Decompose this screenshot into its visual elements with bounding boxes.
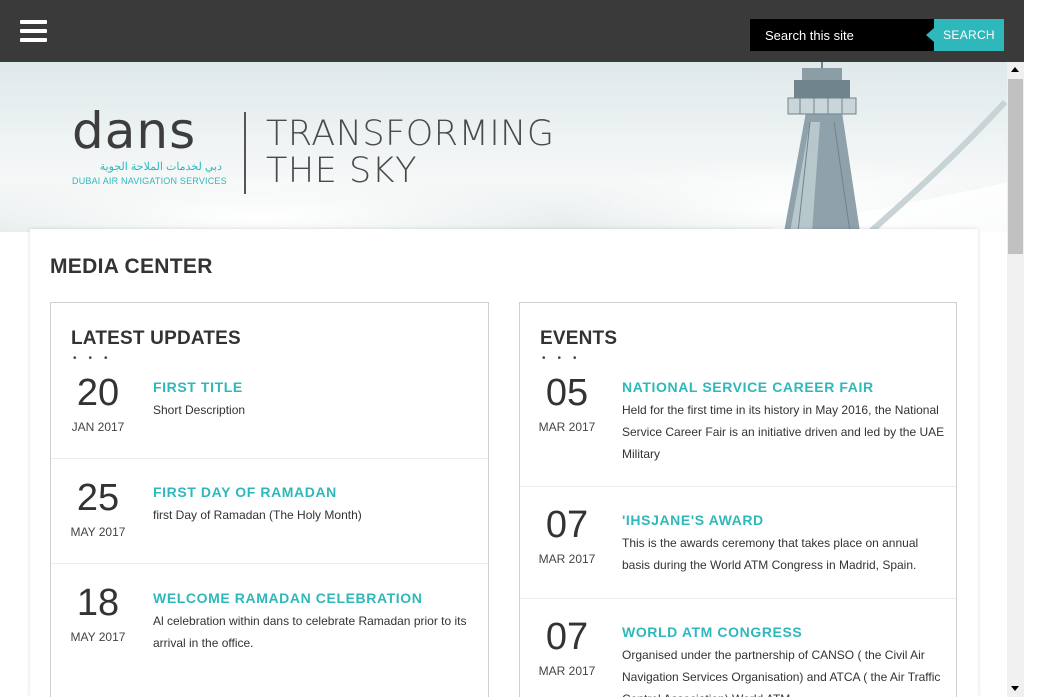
update-day: 18 — [76, 582, 120, 624]
dans-logo[interactable]: dans — [72, 106, 196, 156]
event-item[interactable]: 07 MAR 2017 'IHSJANE'S AWARD This is the… — [520, 487, 956, 599]
update-item[interactable]: 20 JAN 2017 FIRST TITLE Short Descriptio… — [51, 363, 488, 459]
event-day: 05 — [545, 372, 589, 414]
event-month-year: MAR 2017 — [538, 420, 596, 434]
events-panel: EVENTS ••• 05 MAR 2017 NATIONAL SERVICE … — [519, 302, 957, 697]
event-description: Held for the first time in its history i… — [622, 403, 945, 461]
update-title[interactable]: FIRST DAY OF RAMADAN — [153, 484, 337, 500]
logo-divider — [244, 112, 246, 194]
update-month-year: MAY 2017 — [70, 630, 126, 644]
event-description: This is the awards ceremony that takes p… — [622, 536, 919, 572]
menu-icon[interactable] — [20, 20, 47, 43]
vertical-scrollbar[interactable] — [1007, 62, 1024, 697]
hero-banner: dans دبي لخدمات الملاحة الجوية DUBAI AIR… — [0, 62, 1007, 232]
event-day: 07 — [545, 504, 589, 546]
search-form: SEARCH — [750, 19, 1004, 51]
tagline-line-2: THE SKY — [266, 151, 417, 191]
update-item[interactable]: 25 MAY 2017 FIRST DAY OF RAMADAN first D… — [51, 459, 488, 564]
event-title[interactable]: 'IHSJANE'S AWARD — [622, 512, 764, 528]
event-description: Organised under the partnership of CANSO… — [622, 648, 941, 697]
event-title[interactable]: WORLD ATM CONGRESS — [622, 624, 802, 640]
update-title[interactable]: FIRST TITLE — [153, 379, 243, 395]
tagline-line-1: TRANSFORMING — [266, 114, 555, 154]
update-item[interactable]: 18 MAY 2017 WELCOME RAMADAN CELEBRATION … — [51, 564, 488, 697]
update-day: 25 — [76, 477, 120, 519]
update-month-year: MAY 2017 — [70, 525, 126, 539]
update-title[interactable]: WELCOME RAMADAN CELEBRATION — [153, 590, 422, 606]
scroll-down-arrow-icon[interactable] — [1007, 680, 1024, 697]
latest-updates-title: LATEST UPDATES — [71, 328, 241, 349]
update-description: Short Description — [153, 403, 246, 417]
latest-updates-panel: LATEST UPDATES ••• 20 JAN 2017 FIRST TIT… — [50, 302, 489, 697]
event-month-year: MAR 2017 — [538, 552, 596, 566]
search-input[interactable] — [750, 19, 934, 51]
event-month-year: MAR 2017 — [538, 664, 596, 678]
events-title: EVENTS — [540, 328, 618, 349]
event-day: 07 — [545, 616, 589, 658]
logo-subtitle: DUBAI AIR NAVIGATION SERVICES — [72, 176, 227, 186]
search-button[interactable]: SEARCH — [926, 19, 1004, 51]
control-tower-image — [750, 62, 1007, 232]
update-day: 20 — [76, 372, 120, 414]
logo-arabic-text: دبي لخدمات الملاحة الجوية — [99, 161, 222, 173]
main-content: MEDIA CENTER LATEST UPDATES ••• 20 JAN 2… — [30, 229, 978, 697]
update-description: first Day of Ramadan (The Holy Month) — [153, 508, 362, 522]
event-item[interactable]: 07 MAR 2017 WORLD ATM CONGRESS Organised… — [520, 599, 956, 697]
update-description: Al celebration within dans to celebrate … — [153, 614, 467, 650]
top-bar: SEARCH — [0, 0, 1024, 62]
page-title: MEDIA CENTER — [50, 255, 213, 278]
scroll-thumb[interactable] — [1008, 79, 1023, 254]
event-title[interactable]: NATIONAL SERVICE CAREER FAIR — [622, 379, 874, 395]
event-item[interactable]: 05 MAR 2017 NATIONAL SERVICE CAREER FAIR… — [520, 363, 956, 487]
update-month-year: JAN 2017 — [71, 420, 125, 434]
window-edge — [1024, 0, 1039, 697]
scroll-up-arrow-icon[interactable] — [1007, 62, 1024, 79]
hero-tagline: TRANSFORMING THE SKY — [266, 116, 554, 190]
